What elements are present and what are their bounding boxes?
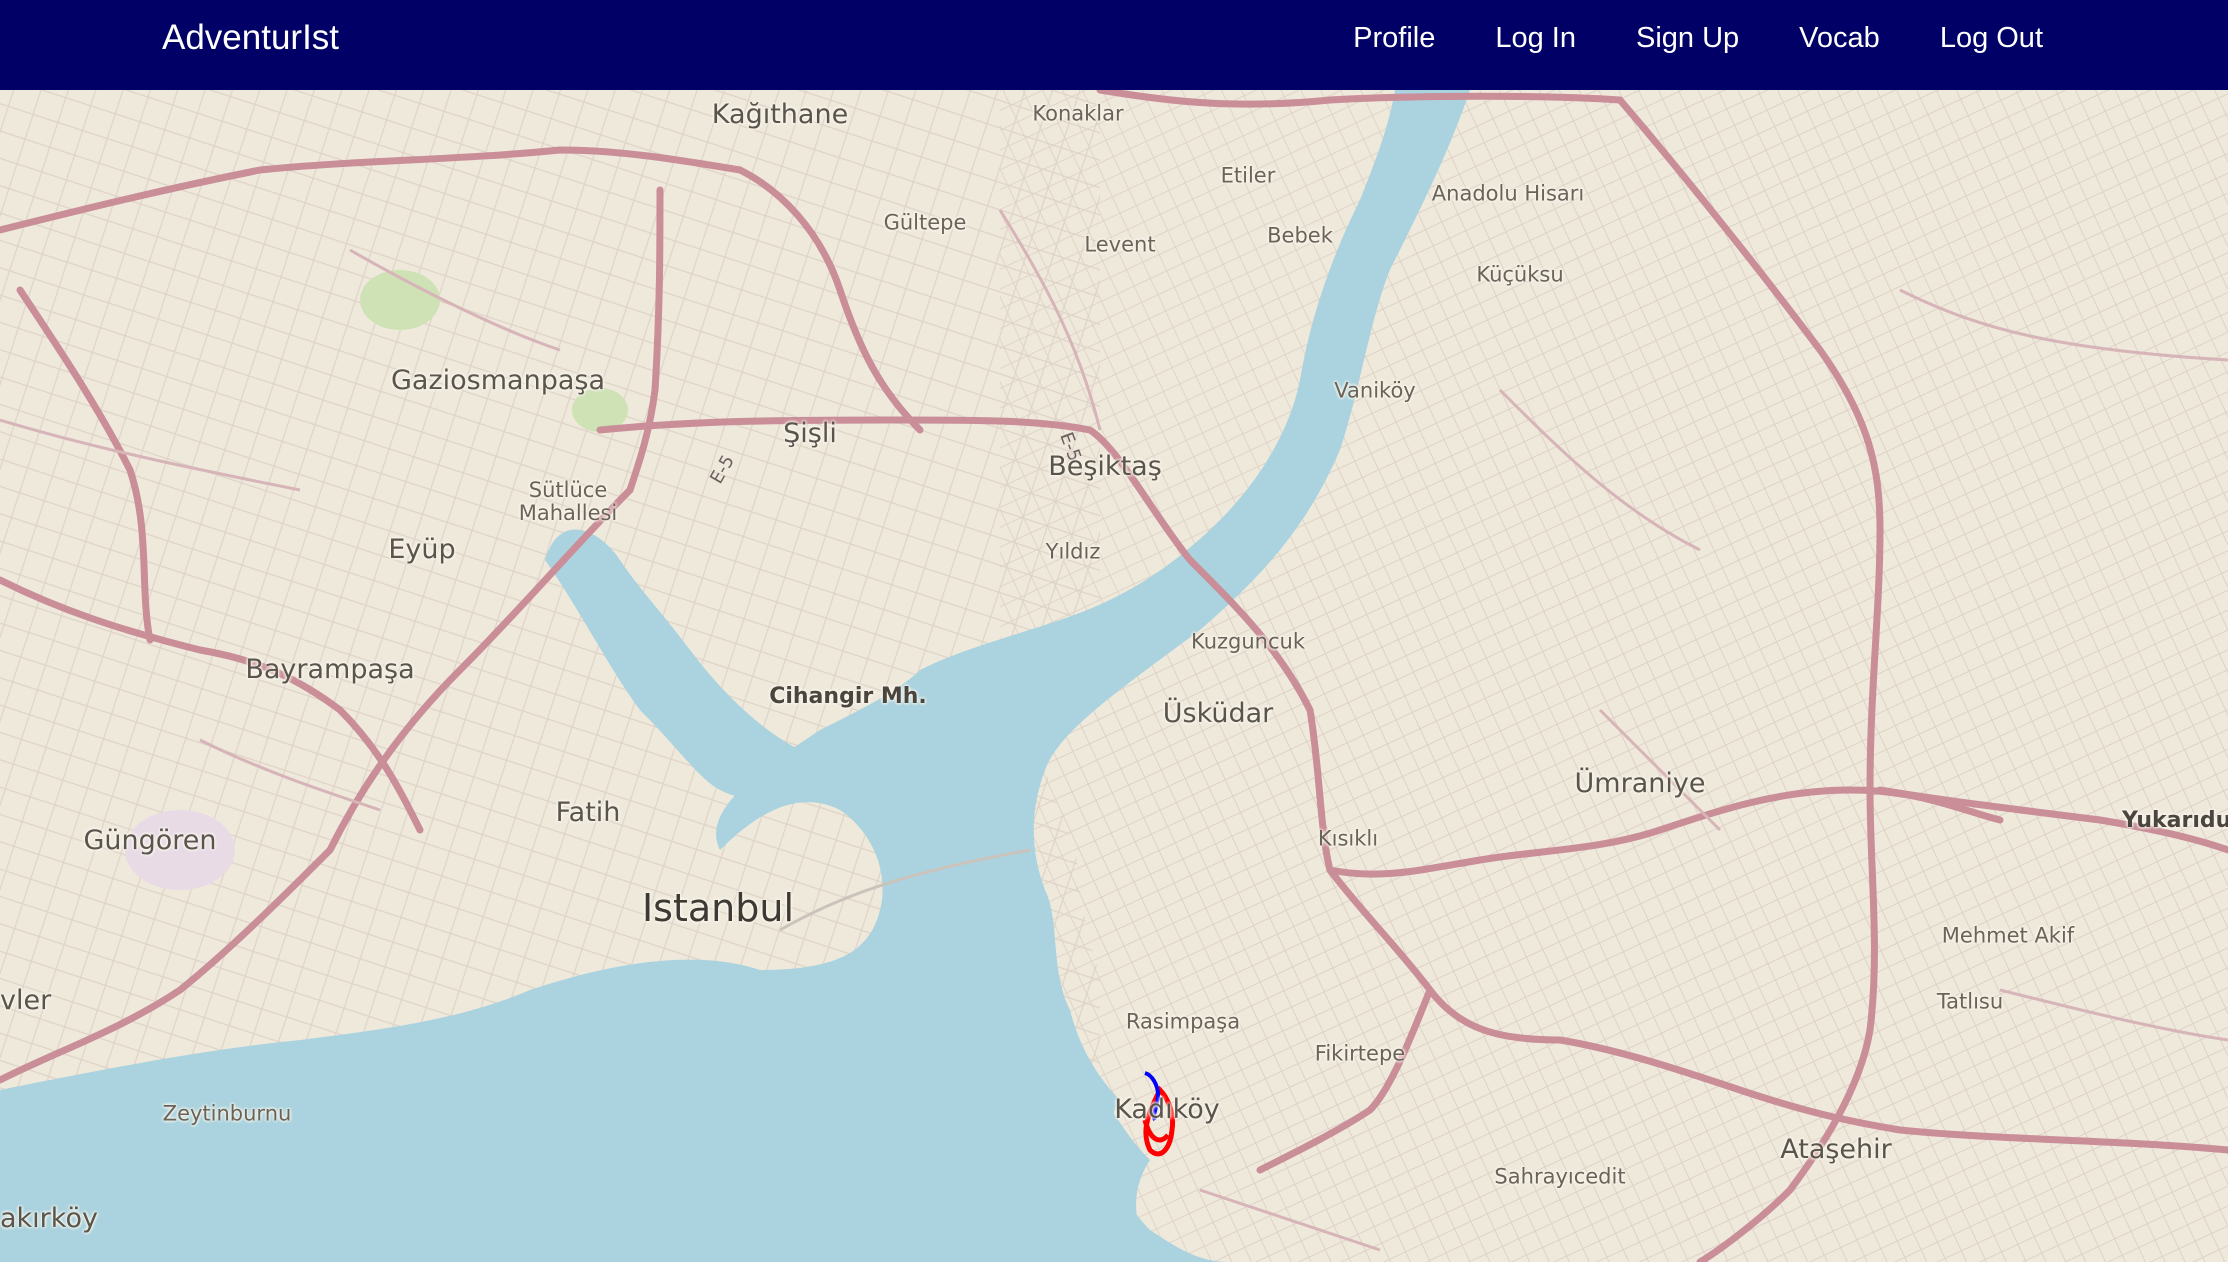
place-label: Etiler [1220, 163, 1276, 188]
place-label: Vaniköy [1334, 378, 1416, 403]
nav-signup-link[interactable]: Sign Up [1636, 22, 1739, 55]
nav-vocab-link[interactable]: Vocab [1799, 22, 1880, 55]
place-label: Ataşehir [1780, 1134, 1892, 1166]
place-label: Sütlüce Mahallesi [518, 477, 618, 525]
place-label: Istanbul [641, 886, 795, 931]
place-label: Konaklar [1032, 101, 1124, 126]
place-label: Kağıthane [711, 99, 849, 131]
place-label: Levent [1084, 232, 1156, 257]
place-label: Üsküdar [1162, 698, 1274, 730]
place-label: Tatlısu [1936, 989, 2004, 1014]
place-label: Gaziosmanpaşa [391, 365, 605, 397]
place-label: Yukarıdu [2122, 807, 2228, 833]
place-label: Yıldız [1045, 539, 1101, 564]
place-label: Fatih [555, 797, 621, 829]
place-label: Kadıköy [1114, 1094, 1220, 1126]
place-label: Rasimpaşa [1125, 1009, 1241, 1034]
place-label: Kısıklı [1317, 826, 1379, 851]
place-label: Bayrampaşa [245, 654, 415, 686]
place-label: Ümraniye [1574, 768, 1706, 800]
place-label: akırköy [0, 1203, 98, 1235]
place-label: Kuzguncuk [1190, 629, 1306, 654]
place-label: Mehmet Akif [1941, 923, 2075, 948]
brand-logo[interactable]: AdventurIst [162, 0, 339, 76]
place-label: Anadolu Hisarı [1431, 181, 1585, 206]
nav-logout-link[interactable]: Log Out [1940, 22, 2043, 55]
place-label: Sahrayıcedit [1494, 1164, 1626, 1189]
nav-login-link[interactable]: Log In [1495, 22, 1576, 55]
nav-profile-link[interactable]: Profile [1353, 22, 1435, 55]
place-label: Cihangir Mh. [769, 683, 927, 709]
place-label: Zeytinburnu [162, 1101, 292, 1126]
place-label: Eyüp [388, 534, 456, 566]
place-label: Güngören [83, 825, 217, 857]
top-navbar: AdventurIst Profile Log In Sign Up Vocab… [0, 0, 2228, 90]
place-label: Küçüksu [1476, 262, 1564, 287]
map-canvas[interactable]: E-5 E-5 Kağıthane Konaklar Etiler Anadol… [0, 90, 2228, 1262]
place-label: Beşiktaş [1048, 451, 1162, 483]
place-label: vler [0, 985, 52, 1017]
place-label: Şişli [783, 418, 837, 450]
place-label: Gültepe [883, 210, 967, 235]
place-label: Fikirtepe [1314, 1041, 1406, 1066]
place-label: Bebek [1267, 223, 1333, 248]
nav-links: Profile Log In Sign Up Vocab Log Out [1293, 0, 2043, 76]
